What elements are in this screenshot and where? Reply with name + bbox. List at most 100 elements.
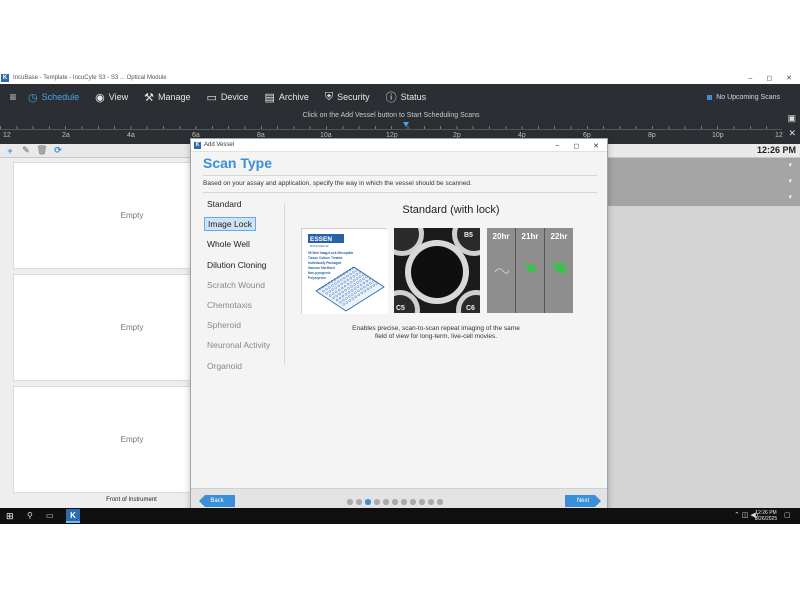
dialog-heading: Scan Type [203,155,272,171]
add-vessel-button[interactable]: + [4,146,16,156]
scan-type-chemotaxis: Chemotaxis [207,299,287,319]
vessel-slot-label: Empty [120,323,144,332]
info-icon: ⓘ [385,92,397,104]
step-dot [347,499,353,505]
scan-type-neuronal-activity: Neuronal Activity [207,339,287,359]
imagelock-plate-image: ESSEN BIOSCIENCE 96 Well ImageLock Micro… [301,228,388,314]
maximize-button[interactable]: ◻ [766,74,772,82]
plate-text-line: Individually Packaged [308,261,341,265]
menu-manage[interactable]: ⚒ Manage [142,84,192,110]
next-button[interactable]: Next [565,495,601,507]
menu-archive-label: Archive [278,92,309,102]
dialog-maximize-button[interactable]: ◻ [573,142,579,150]
scan-type-image-lock[interactable]: Image Lock [204,217,287,238]
incucyte-taskbar-app[interactable]: K [66,509,80,523]
chevron-down-icon[interactable]: ▾ [788,193,792,201]
task-view-icon[interactable]: ▭ [46,511,54,520]
well-label: B5 [464,232,473,239]
menu-manage-label: Manage [157,92,191,102]
scan-type-label: Dilution Cloning [207,259,267,270]
timeline-label: 2a [62,132,70,139]
menu-view[interactable]: ◉ View [93,84,130,110]
scan-type-list: Standard Image Lock Whole Well Dilution … [204,198,287,380]
scan-type-label: Whole Well [207,239,250,250]
scan-type-standard[interactable]: Standard [207,198,287,218]
time-label: 22hr [550,232,568,241]
step-dot [401,499,407,505]
timelapse-frame: 20hr [487,228,516,313]
dialog-window-title: Add Vessel [204,142,235,148]
menu-security-label: Security [337,92,370,102]
scan-type-label: Organoid [207,360,242,371]
scan-type-label: Chemotaxis [207,299,252,310]
add-vessel-dialog: K Add Vessel – ◻ ✕ Scan Type Based on yo… [190,138,608,512]
upcoming-scans-indicator[interactable]: No Upcoming Scans [707,84,780,110]
menu-status-label: Status [400,92,427,102]
windows-start-icon[interactable]: ⊞ [6,511,14,522]
hamburger-menu-icon[interactable]: ≡ [0,90,26,104]
menu-archive[interactable]: ▤ Archive [262,84,310,110]
scan-type-label: Spheroid [207,320,242,331]
edit-icon[interactable]: ✎ [20,145,32,156]
refresh-icon[interactable]: ⟳ [52,145,64,156]
menu-schedule-label: Schedule [41,92,80,102]
search-icon[interactable]: ⚲ [27,511,33,520]
step-dot [419,499,425,505]
menu-status[interactable]: ⓘ Status [384,84,429,110]
plate-brand: ESSEN [310,236,332,243]
well-label: C5 [396,305,405,312]
timeline-label: 10p [712,132,724,139]
step-dot [356,499,362,505]
os-taskbar: ⊞ ⚲ ▭ K ⌃ ◫ ◀) 12:26 PM 8/26/2025 ▢ [0,508,800,524]
scan-type-whole-well[interactable]: Whole Well [207,238,287,258]
timeline-label: 4a [127,132,135,139]
vessel-slot-label: Empty [120,211,144,220]
menu-device[interactable]: ▭ Device [205,84,251,110]
plate-text-line: Polystyrene [308,276,326,280]
timeline-hint: Click on the Add Vessel button to Start … [302,112,480,119]
step-dot [392,499,398,505]
step-dot [365,499,371,505]
scan-type-spheroid: Spheroid [207,319,287,339]
menu-security[interactable]: ⛨ Security [323,84,372,110]
device-icon: ▭ [206,91,217,104]
chevron-down-icon[interactable]: ▾ [788,177,792,185]
timelapse-frame: 21hr [516,228,545,313]
close-button[interactable]: ✕ [786,74,792,82]
back-button[interactable]: Back [199,495,235,507]
calendar-icon[interactable]: ▣ [787,113,796,124]
timelapse-image: 20hr 21hr 22hr [487,228,573,313]
chevron-down-icon[interactable]: ▾ [788,161,792,169]
dialog-minimize-button[interactable]: – [555,142,559,149]
window-title: IncuBase - Template - IncuCyte S3 - S3 .… [13,75,167,81]
main-menu-bar: ≡ ◷ Schedule ◉ View ⚒ Manage ▭ Device ▤ … [0,84,800,110]
menu-view-label: View [108,92,129,102]
archive-icon: ▤ [264,91,275,104]
scan-type-dilution-cloning[interactable]: Dilution Cloning [207,259,287,279]
scan-type-label: Standard [207,199,242,209]
timeline-label: 12 [3,132,11,139]
menu-schedule[interactable]: ◷ Schedule [26,84,81,110]
trash-icon[interactable]: 🗑 [36,145,48,156]
time-label: 21hr [521,232,539,241]
divider [203,175,597,176]
menu-device-label: Device [220,92,249,102]
current-time-marker-icon [403,122,409,127]
dialog-title-bar: K Add Vessel – ◻ ✕ [191,139,607,152]
dialog-subtitle: Based on your assay and application, spe… [203,180,472,187]
well-closeup-image: B5 C5 C6 [380,212,496,330]
timeline-ticks [0,122,782,130]
app-window: K IncuBase - Template - IncuCyte S3 - S3… [0,72,800,524]
timeline-label: 12 [775,132,783,139]
notification-icon[interactable]: ▢ [784,511,791,519]
timelapse-frame: 22hr [545,228,573,313]
app-logo-icon: K [1,74,9,82]
current-time: 12:26 PM [756,145,796,155]
dialog-close-button[interactable]: ✕ [593,142,599,150]
plate-brand-sub: BIOSCIENCE [310,244,329,248]
taskbar-date: 8/26/2025 [754,516,778,522]
taskbar-clock[interactable]: 12:26 PM 8/26/2025 [752,510,780,522]
plate-text-line: Non-pyrogenic [308,271,331,275]
minimize-button[interactable]: – [748,75,752,82]
timeline-close-icon[interactable]: ✕ [788,128,796,139]
